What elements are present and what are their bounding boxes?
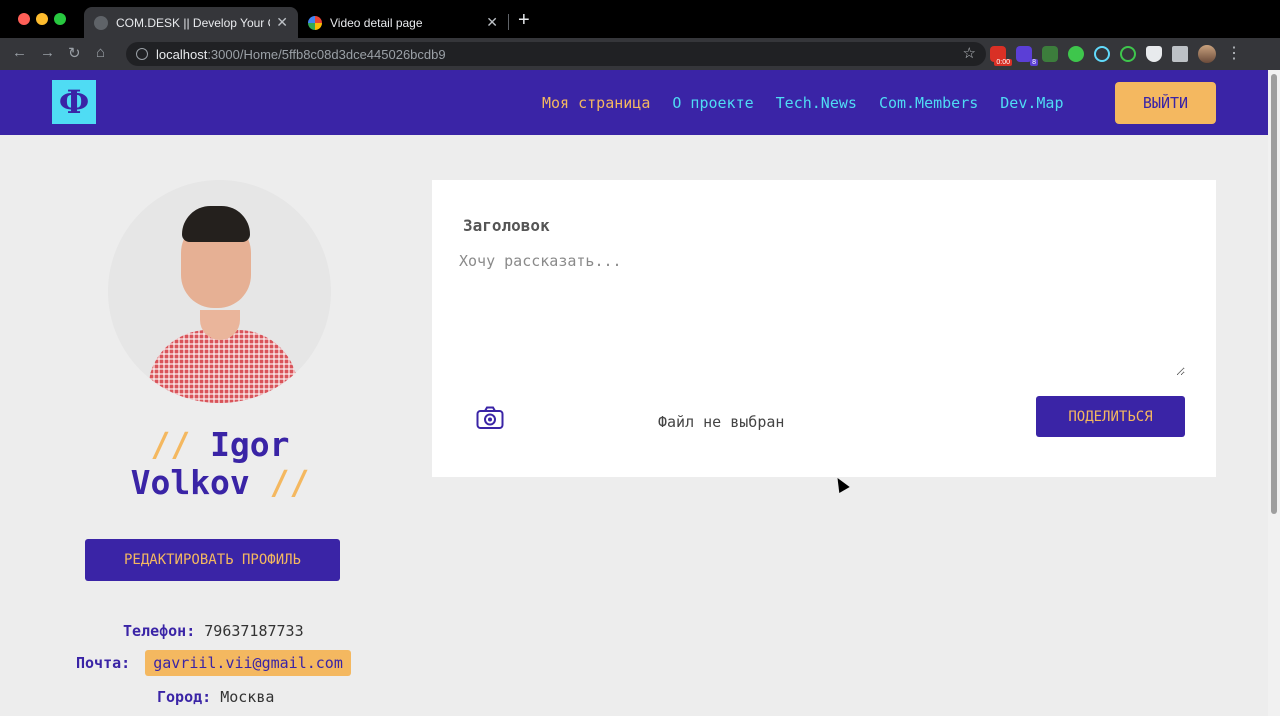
nav-about[interactable]: О проекте [672, 94, 753, 112]
react-devtools-icon[interactable] [1094, 46, 1110, 62]
nav-com-members[interactable]: Com.Members [879, 94, 978, 112]
minimize-window-button[interactable] [36, 13, 48, 25]
site-logo[interactable]: Ф [52, 80, 96, 124]
back-arrow-icon[interactable]: ← [12, 44, 27, 61]
shield-icon[interactable] [1146, 46, 1162, 62]
purple-extension-icon[interactable]: 8 [1016, 46, 1038, 66]
browser-tab-comdesk[interactable]: COM.DESK || Develop Your Co ✕ [84, 7, 298, 38]
share-button[interactable]: ПОДЕЛИТЬСЯ [1036, 396, 1185, 437]
last-name: Volkov [130, 463, 250, 502]
edit-profile-button[interactable]: РЕДАКТИРОВАТЬ ПРОФИЛЬ [85, 539, 340, 581]
post-title-label: Заголовок [463, 216, 550, 235]
nav-dev-map[interactable]: Dev.Map [1000, 94, 1063, 112]
more-menu-icon[interactable]: ⋮ [1226, 46, 1242, 62]
phone-label: Телефон: [123, 622, 196, 640]
avatar-hair [182, 206, 250, 242]
reload-icon[interactable]: ↻ [68, 44, 81, 62]
email-link[interactable]: gavriil.vii@gmail.com [145, 650, 351, 676]
url-path: :3000/Home/5ffb8c08d3dce445026bcdb9 [207, 46, 446, 62]
page-viewport: Ф Моя страница О проекте Tech.News Com.M… [0, 70, 1268, 716]
tab-title: COM.DESK || Develop Your Co [116, 15, 271, 30]
browser-toolbar: ← → ↻ ⌂ localhost :3000/Home/5ffb8c08d3d… [0, 38, 1280, 70]
new-post-card: Заголовок Файл не выбран ПОДЕЛИТЬСЯ [432, 180, 1216, 477]
file-status: Файл не выбран [658, 413, 785, 431]
scrollbar-thumb[interactable] [1271, 74, 1277, 514]
timer-extension-icon[interactable]: 0:00 [990, 46, 1012, 66]
phone-row: Телефон: 79637187733 [123, 622, 304, 640]
logo-glyph: Ф [58, 83, 90, 121]
nav-my-page[interactable]: Моя страница [542, 94, 650, 112]
site-info-icon[interactable] [136, 48, 148, 60]
tab-divider [508, 14, 509, 30]
name-suffix: // [249, 463, 310, 502]
city-label: Город: [157, 688, 212, 706]
extension-badge: 0:00 [994, 59, 1012, 66]
name-prefix: // [150, 425, 211, 464]
forward-arrow-icon[interactable]: → [40, 44, 55, 61]
url-host: localhost [156, 46, 208, 62]
email-row: Почта: gavriil.vii@gmail.com [76, 650, 351, 676]
avatar-shirt [148, 330, 298, 403]
close-window-button[interactable] [18, 13, 30, 25]
puzzle-extensions-icon[interactable] [1172, 46, 1188, 62]
green-extension-icon[interactable] [1042, 46, 1058, 62]
tab-title: Video detail page [330, 15, 423, 30]
close-icon[interactable]: ✕ [486, 14, 498, 31]
nav-tech-news[interactable]: Tech.News [776, 94, 857, 112]
site-favicon-icon [94, 15, 108, 30]
extension-badge: 8 [1030, 59, 1038, 66]
new-tab-button[interactable]: + [518, 10, 530, 30]
main-nav: Моя страница О проекте Tech.News Com.Mem… [542, 94, 1064, 112]
city-value: Москва [220, 688, 275, 706]
post-textarea[interactable] [459, 252, 1185, 376]
circle-extension-icon[interactable] [1120, 46, 1136, 62]
address-bar[interactable]: localhost :3000/Home/5ffb8c08d3dce445026… [126, 42, 986, 66]
avatar [108, 180, 331, 403]
browser-tab-bar: COM.DESK || Develop Your Co ✕ Video deta… [0, 0, 1280, 38]
mouse-cursor [832, 474, 850, 494]
logout-button[interactable]: ВЫЙТИ [1115, 82, 1216, 124]
close-icon[interactable]: ✕ [276, 14, 288, 31]
site-header: Ф Моя страница О проекте Tech.News Com.M… [0, 70, 1268, 135]
bookmark-star-icon[interactable]: ☆ [963, 44, 976, 62]
zoom-window-button[interactable] [54, 13, 66, 25]
city-row: Город: Москва [157, 688, 274, 706]
home-icon[interactable]: ⌂ [96, 44, 105, 61]
phone-value: 79637187733 [204, 622, 304, 640]
email-label: Почта: [76, 654, 131, 672]
chrome-favicon-icon [308, 15, 322, 30]
lime-extension-icon[interactable] [1068, 46, 1084, 62]
first-name: Igor [210, 425, 290, 464]
scrollbar[interactable] [1268, 70, 1280, 716]
profile-avatar[interactable] [1198, 45, 1216, 63]
extensions-area: 0:00 8 ⋮ [990, 44, 1242, 66]
camera-icon[interactable] [476, 406, 504, 430]
browser-tab-video[interactable]: Video detail page ✕ [298, 7, 508, 38]
profile-name: // Igor Volkov // [70, 426, 370, 502]
